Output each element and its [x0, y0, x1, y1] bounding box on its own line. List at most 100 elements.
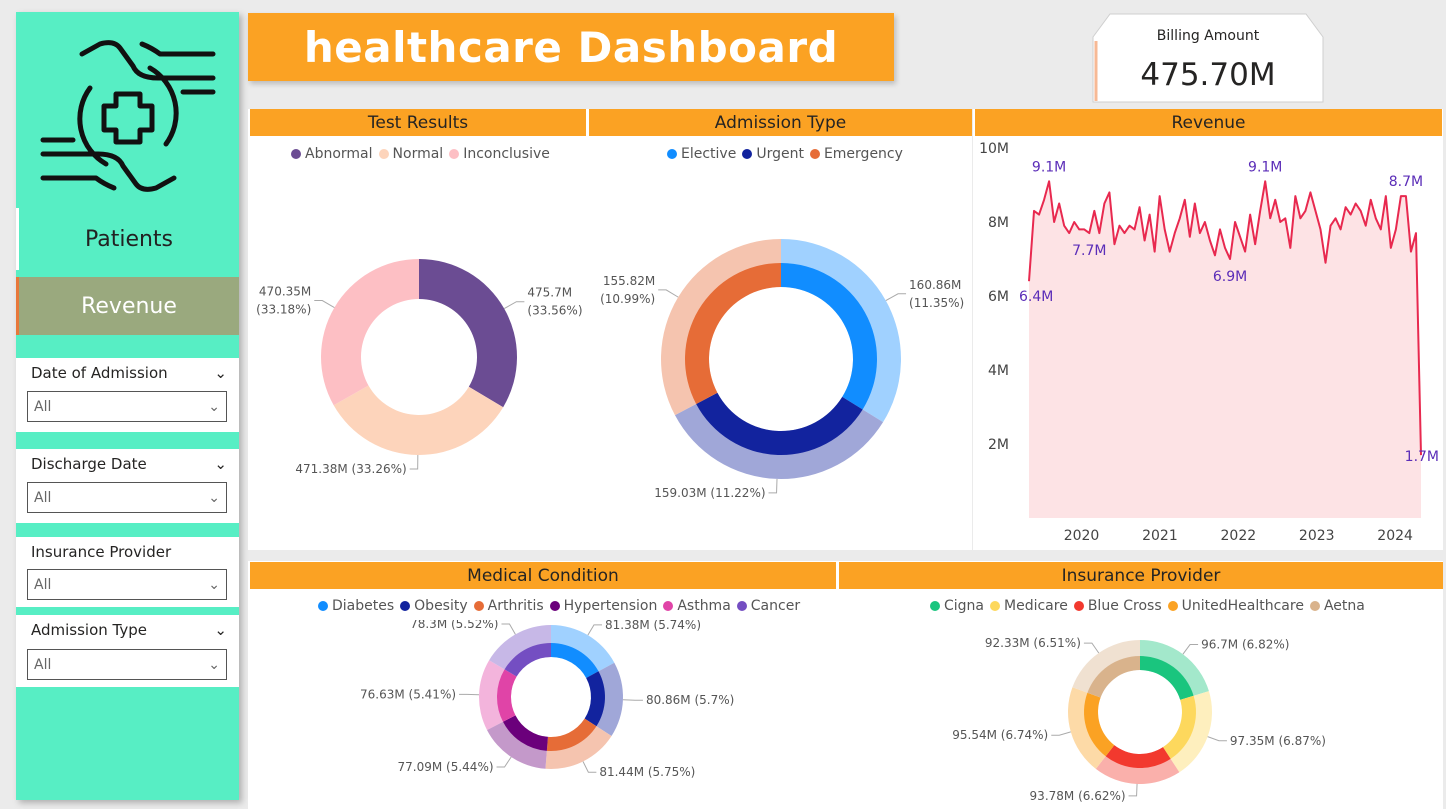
- chevron-down-icon: ⌄: [208, 656, 220, 673]
- data-label: 81.44M (5.75%): [599, 765, 695, 779]
- slicer-value: All: [34, 489, 52, 506]
- leader-line: [409, 454, 419, 470]
- legend-insurance-provider: Cigna Medicare Blue Cross UnitedHealthca…: [930, 598, 1365, 614]
- data-label: 6.9M: [1213, 269, 1247, 285]
- chevron-down-icon[interactable]: ⌄: [214, 455, 227, 473]
- data-label: (11.35%): [909, 296, 964, 310]
- slicer-date-of-admission: Date of Admission ⌄ All ⌄: [16, 358, 239, 432]
- data-label: 93.78M (6.62%): [1030, 789, 1126, 803]
- legend-dot: [1309, 601, 1320, 611]
- legend-item[interactable]: Cigna: [930, 598, 984, 614]
- legend-label: Asthma: [677, 598, 731, 614]
- slicer-insurance-provider: Insurance Provider All ⌄: [16, 537, 239, 607]
- donut-slice-inconclusive[interactable]: [321, 259, 419, 406]
- panel-title-admission-type: Admission Type: [589, 109, 972, 136]
- data-label: 470.35M: [259, 285, 311, 299]
- legend-label: UnitedHealthcare: [1181, 598, 1304, 614]
- legend-label: Obesity: [414, 598, 468, 614]
- panel-title-medical-condition: Medical Condition: [250, 562, 836, 589]
- slicer-dropdown[interactable]: All ⌄: [27, 569, 227, 600]
- legend-dot: [1167, 601, 1178, 611]
- legend-label: Aetna: [1323, 598, 1365, 614]
- leader-line: [1083, 642, 1100, 654]
- sidebar: Patients Revenue Date of Admission ⌄ All ⌄…: [16, 12, 239, 800]
- leader-line: [885, 293, 907, 302]
- chevron-down-icon: ⌄: [208, 576, 220, 593]
- legend-item[interactable]: UnitedHealthcare: [1167, 598, 1304, 614]
- donut-slice-abnormal[interactable]: [419, 259, 517, 408]
- leader-line: [587, 624, 603, 636]
- leader-line: [768, 478, 778, 494]
- data-label: 159.03M (11.22%): [654, 486, 765, 500]
- chevron-down-icon: ⌄: [208, 489, 220, 506]
- data-label: 97.35M (6.87%): [1230, 734, 1326, 748]
- legend-dot: [663, 601, 674, 611]
- y-tick-label: 4M: [988, 363, 1009, 379]
- slicer-dropdown[interactable]: All ⌄: [27, 649, 227, 680]
- leader-line: [496, 756, 512, 768]
- data-label: 475.7M: [527, 286, 572, 300]
- legend-dot: [930, 601, 940, 611]
- legend-item[interactable]: Cancer: [736, 598, 801, 614]
- y-tick-label: 2M: [988, 437, 1009, 453]
- x-tick-label: 2022: [1221, 528, 1257, 544]
- panel-title-insurance-provider: Insurance Provider: [839, 562, 1443, 589]
- legend-dot: [990, 601, 1001, 611]
- legend-medical-condition: Diabetes Obesity Arthritis Hypertension …: [318, 598, 800, 614]
- y-tick-label: 10M: [979, 141, 1009, 157]
- legend-dot: [473, 601, 484, 611]
- legend-item[interactable]: Arthritis: [473, 598, 544, 614]
- leader-line: [1051, 731, 1071, 736]
- healthcare-hands-icon: [40, 40, 216, 192]
- donut-chart-test-results: 475.7M (33.56%) 471.38M (33.26%) 470.35M (33…: [256, 259, 583, 476]
- data-label: 92.33M (6.51%): [985, 636, 1081, 650]
- slicer-title: Discharge Date: [31, 455, 147, 473]
- donut-slice-normal[interactable]: [333, 385, 504, 455]
- y-tick-label: 6M: [988, 289, 1009, 305]
- leader-line: [1128, 783, 1138, 797]
- legend-item[interactable]: Medicare: [990, 598, 1068, 614]
- legend-dot: [736, 601, 747, 611]
- legend-item[interactable]: Aetna: [1309, 598, 1365, 614]
- legend-item[interactable]: Diabetes: [318, 598, 394, 614]
- data-label: 7.7M: [1072, 243, 1106, 259]
- nav-patients-button[interactable]: Patients: [16, 208, 239, 270]
- legend-item[interactable]: Asthma: [663, 598, 731, 614]
- data-label: 155.82M: [603, 274, 655, 288]
- leader-line: [503, 301, 525, 310]
- slicer-title: Date of Admission: [31, 364, 168, 382]
- legend-label: Cigna: [944, 598, 985, 614]
- data-label: 6.4M: [1019, 289, 1053, 305]
- legend-label: Diabetes: [332, 598, 395, 614]
- leader-line: [501, 623, 516, 635]
- legend-item[interactable]: Hypertension: [549, 598, 658, 614]
- chevron-down-icon[interactable]: ⌄: [214, 364, 227, 382]
- data-label: 95.54M (6.74%): [952, 728, 1048, 742]
- kpi-value: 475.70M: [1140, 57, 1276, 93]
- area-chart-revenue: 10M 8M 6M 4M 2M 2020 2021 2022 2023 2024 6.4M 9.1M 7…: [979, 141, 1439, 544]
- legend-item[interactable]: Obesity: [400, 598, 468, 614]
- slicer-admission-type: Admission Type ⌄ All ⌄: [16, 615, 239, 687]
- slicer-discharge-date: Discharge Date ⌄ All ⌄: [16, 449, 239, 523]
- data-label: 76.63M (5.41%): [360, 687, 456, 701]
- slicer-dropdown[interactable]: All ⌄: [27, 391, 227, 422]
- data-label: 78.3M (5.52%): [410, 620, 498, 631]
- data-label: (33.18%): [256, 303, 311, 317]
- nav-revenue-button[interactable]: Revenue: [16, 277, 239, 335]
- slicer-value: All: [34, 656, 52, 673]
- legend-dot: [1073, 601, 1084, 611]
- chevron-down-icon[interactable]: ⌄: [214, 621, 227, 639]
- slicer-dropdown[interactable]: All ⌄: [27, 482, 227, 513]
- legend-label: Arthritis: [487, 598, 544, 614]
- legend-dot: [549, 601, 560, 611]
- data-label: (10.99%): [600, 292, 655, 306]
- legend-item[interactable]: Blue Cross: [1073, 598, 1162, 614]
- panel-title-test-results: Test Results: [250, 109, 586, 136]
- legend-label: Hypertension: [563, 598, 658, 614]
- donut-chart-admission-type: 160.86M (11.35%) 159.03M (11.22%) 155.82M (1…: [600, 239, 964, 500]
- legend-label: Cancer: [750, 598, 801, 614]
- dashboard-title: healthcare Dashboard: [248, 13, 894, 81]
- data-label: 9.1M: [1032, 159, 1066, 175]
- data-label: 1.7M: [1405, 449, 1439, 465]
- leader-line: [1182, 644, 1199, 655]
